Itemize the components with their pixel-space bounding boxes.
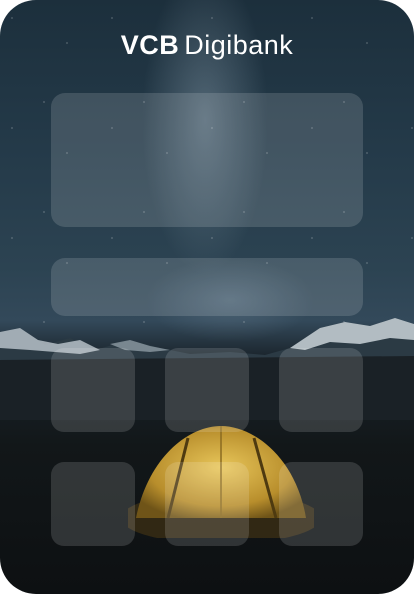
brand-logo: VCB Digibank (0, 30, 414, 61)
login-screen: VCB Digibank (0, 0, 414, 594)
brand-logo-light: Digibank (184, 30, 294, 60)
input-bar-placeholder[interactable] (51, 258, 363, 316)
quick-action-tile-2[interactable] (165, 348, 249, 432)
quick-action-tile-3[interactable] (279, 348, 363, 432)
quick-action-tile-1[interactable] (51, 348, 135, 432)
quick-action-tile-4[interactable] (51, 462, 135, 546)
account-card-placeholder[interactable] (51, 93, 363, 227)
brand-logo-bold: VCB (120, 30, 180, 60)
quick-action-tile-5[interactable] (165, 462, 249, 546)
quick-action-tile-6[interactable] (279, 462, 363, 546)
